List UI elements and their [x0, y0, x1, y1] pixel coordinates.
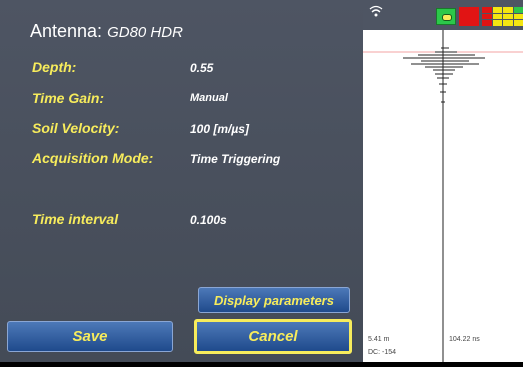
record-indicator-icon	[459, 7, 479, 26]
soil-velocity-value[interactable]: 100 [m/µs]	[190, 122, 249, 136]
time-gain-value[interactable]: Manual	[190, 92, 228, 104]
soil-velocity-label: Soil Velocity:	[32, 120, 120, 136]
depth-value[interactable]: 0.55	[190, 61, 213, 75]
antenna-label: Antenna:	[30, 21, 103, 41]
wifi-icon	[369, 4, 383, 23]
time-readout: 104.22 ns	[449, 336, 480, 343]
display-parameters-button[interactable]: Display parameters	[198, 287, 350, 313]
acquisition-mode-value[interactable]: Time Triggering	[190, 152, 280, 166]
time-interval-value[interactable]: 0.100s	[190, 213, 227, 227]
antenna-title: Antenna: GD80 HDR	[30, 21, 183, 42]
settings-panel: Antenna: GD80 HDR Depth: 0.55 Time Gain:…	[0, 0, 363, 362]
depth-label: Depth:	[32, 59, 77, 75]
radargram-view[interactable]: 5.41 m 104.22 ns DC: -154	[363, 0, 523, 362]
antenna-model: GD80 HDR	[107, 24, 183, 41]
time-gain-label: Time Gain:	[32, 90, 105, 106]
battery-icon	[436, 8, 456, 25]
signal-grid-icon	[482, 7, 523, 26]
radar-trace	[363, 30, 523, 362]
distance-readout: 5.41 m	[368, 336, 390, 343]
time-interval-label: Time interval	[32, 211, 119, 227]
save-button[interactable]: Save	[7, 321, 173, 352]
dc-readout: DC: -154	[368, 349, 397, 356]
cancel-button[interactable]: Cancel	[194, 319, 352, 354]
acquisition-mode-label: Acquisition Mode:	[32, 150, 154, 166]
